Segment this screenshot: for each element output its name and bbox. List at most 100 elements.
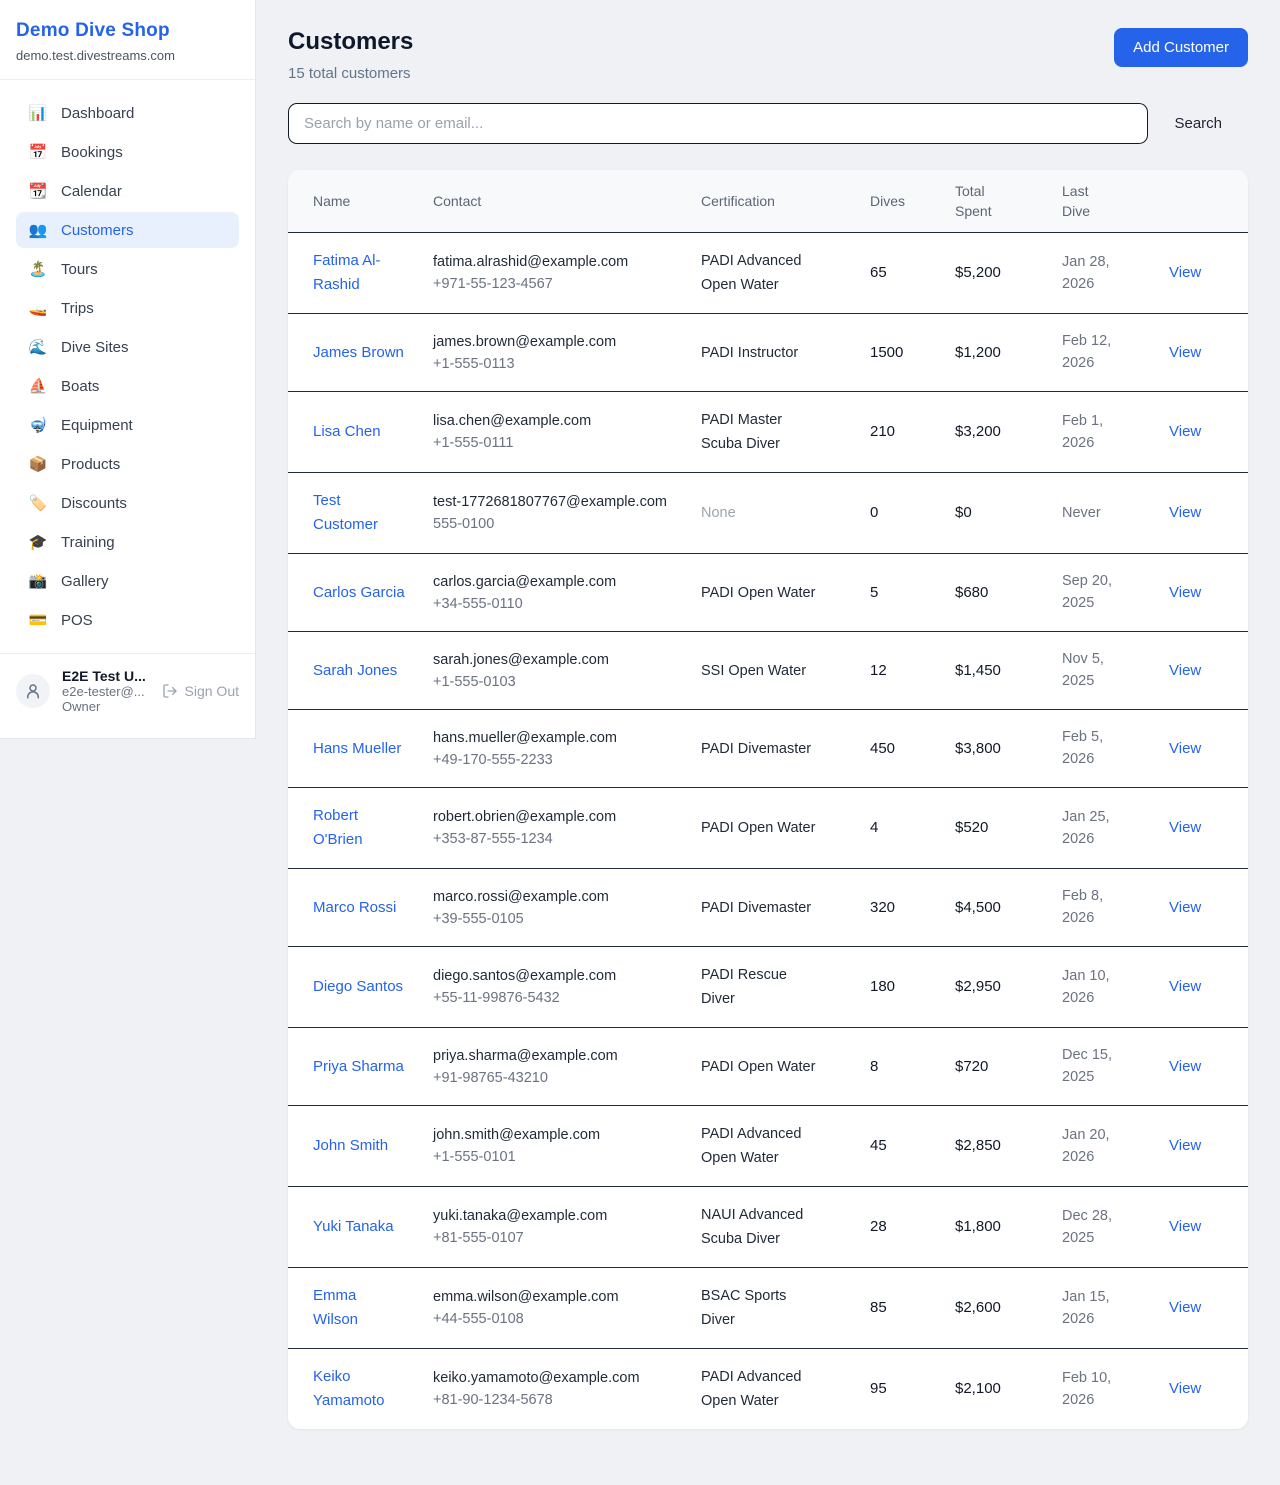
customer-name-link[interactable]: Lisa Chen <box>313 420 381 444</box>
customer-last-dive: Dec 28, 2025 <box>1062 1205 1126 1249</box>
customer-name-link[interactable]: Carlos Garcia <box>313 581 405 605</box>
customer-total-spent: $720 <box>955 1058 988 1075</box>
customer-phone: +91-98765-43210 <box>433 1067 677 1089</box>
sidebar-item-gallery[interactable]: 📸 Gallery <box>16 563 239 599</box>
customer-dives: 5 <box>870 584 878 601</box>
page-head: Customers 15 total customers Add Custome… <box>288 28 1248 82</box>
column-header-contact: Contact <box>433 170 701 233</box>
sidebar-item-tours[interactable]: 🏝️ Tours <box>16 251 239 287</box>
customer-name-link[interactable]: Hans Mueller <box>313 737 401 761</box>
table-row: Keiko Yamamoto keiko.yamamoto@example.co… <box>288 1349 1248 1430</box>
customer-name-link[interactable]: James Brown <box>313 341 404 365</box>
products-icon: 📦 <box>28 455 48 473</box>
view-link[interactable]: View <box>1169 1299 1201 1316</box>
customer-email: yuki.tanaka@example.com <box>433 1205 677 1227</box>
customer-last-dive: Sep 20, 2025 <box>1062 570 1126 614</box>
search-button[interactable]: Search <box>1148 115 1248 132</box>
view-link[interactable]: View <box>1169 1137 1201 1154</box>
sidebar-item-equipment[interactable]: 🤿 Equipment <box>16 407 239 443</box>
sidebar-item-trips[interactable]: 🚤 Trips <box>16 290 239 326</box>
customer-name-link[interactable]: Keiko Yamamoto <box>313 1365 405 1413</box>
sidebar-item-training[interactable]: 🎓 Training <box>16 524 239 560</box>
view-link[interactable]: View <box>1169 662 1201 679</box>
customer-name-link[interactable]: Yuki Tanaka <box>313 1215 394 1239</box>
view-link[interactable]: View <box>1169 504 1201 521</box>
view-link[interactable]: View <box>1169 1058 1201 1075</box>
sidebar-item-dive-sites[interactable]: 🌊 Dive Sites <box>16 329 239 365</box>
customer-name-link[interactable]: Robert O'Brien <box>313 804 405 852</box>
view-link[interactable]: View <box>1169 584 1201 601</box>
customer-certification: PADI Open Water <box>701 581 815 605</box>
customer-dives: 1500 <box>870 344 903 361</box>
customer-name-link[interactable]: Fatima Al-Rashid <box>313 249 405 297</box>
view-link[interactable]: View <box>1169 819 1201 836</box>
customer-name-link[interactable]: Diego Santos <box>313 975 403 999</box>
user-icon <box>24 682 42 700</box>
customer-dives: 28 <box>870 1218 887 1235</box>
customer-certification: PADI Instructor <box>701 341 798 365</box>
sidebar-item-label: Calendar <box>61 183 122 200</box>
customer-certification: PADI Open Water <box>701 816 815 840</box>
discounts-icon: 🏷️ <box>28 494 48 512</box>
sidebar-item-bookings[interactable]: 📅 Bookings <box>16 134 239 170</box>
table-row: Test Customer test-1772681807767@example… <box>288 473 1248 554</box>
tours-icon: 🏝️ <box>28 260 48 278</box>
customers-table-card: NameContactCertificationDivesTotal Spent… <box>288 170 1248 1429</box>
customer-total-spent: $2,600 <box>955 1299 1001 1316</box>
customer-name-link[interactable]: Emma Wilson <box>313 1284 405 1332</box>
customer-name-link[interactable]: Priya Sharma <box>313 1055 404 1079</box>
table-row: Fatima Al-Rashid fatima.alrashid@example… <box>288 233 1248 314</box>
view-link[interactable]: View <box>1169 899 1201 916</box>
customer-email: john.smith@example.com <box>433 1124 677 1146</box>
customer-phone: +1-555-0103 <box>433 671 677 693</box>
sidebar-nav: 📊 Dashboard 📅 Bookings 📆 Calendar 👥 Cust… <box>0 80 255 653</box>
table-row: Carlos Garcia carlos.garcia@example.com … <box>288 554 1248 632</box>
sign-out-button[interactable]: Sign Out <box>162 683 239 699</box>
customer-name-link[interactable]: Marco Rossi <box>313 896 396 920</box>
pos-icon: 💳 <box>28 611 48 629</box>
customer-last-dive: Jan 20, 2026 <box>1062 1124 1126 1168</box>
sidebar-item-calendar[interactable]: 📆 Calendar <box>16 173 239 209</box>
customer-last-dive: Feb 1, 2026 <box>1062 410 1126 454</box>
customer-email: marco.rossi@example.com <box>433 886 677 908</box>
table-row: Marco Rossi marco.rossi@example.com +39-… <box>288 869 1248 947</box>
customer-certification: SSI Open Water <box>701 659 806 683</box>
view-link[interactable]: View <box>1169 1218 1201 1235</box>
sidebar-item-dashboard[interactable]: 📊 Dashboard <box>16 95 239 131</box>
view-link[interactable]: View <box>1169 344 1201 361</box>
add-customer-button[interactable]: Add Customer <box>1114 28 1248 67</box>
view-link[interactable]: View <box>1169 423 1201 440</box>
customer-total-spent: $2,100 <box>955 1380 1001 1397</box>
customer-email: sarah.jones@example.com <box>433 649 677 671</box>
view-link[interactable]: View <box>1169 978 1201 995</box>
user-meta: E2E Test U... e2e-tester@... Owner <box>62 668 150 714</box>
customer-certification: PADI Divemaster <box>701 737 811 761</box>
customer-name-link[interactable]: Sarah Jones <box>313 659 397 683</box>
boats-icon: ⛵ <box>28 377 48 395</box>
view-link[interactable]: View <box>1169 264 1201 281</box>
sidebar-item-label: Boats <box>61 378 99 395</box>
customer-name-link[interactable]: John Smith <box>313 1134 388 1158</box>
customer-email: hans.mueller@example.com <box>433 727 677 749</box>
customer-total-spent: $0 <box>955 504 972 521</box>
app-shell: Demo Dive Shop demo.test.divestreams.com… <box>0 0 1280 1465</box>
view-link[interactable]: View <box>1169 740 1201 757</box>
training-icon: 🎓 <box>28 533 48 551</box>
sidebar-item-boats[interactable]: ⛵ Boats <box>16 368 239 404</box>
sidebar-item-label: Products <box>61 456 120 473</box>
view-link[interactable]: View <box>1169 1380 1201 1397</box>
sidebar-item-products[interactable]: 📦 Products <box>16 446 239 482</box>
customer-name-link[interactable]: Test Customer <box>313 489 405 537</box>
column-header-last-dive: Last Dive <box>1062 170 1169 233</box>
user-section: E2E Test U... e2e-tester@... Owner Sign … <box>0 653 255 738</box>
customers-table: NameContactCertificationDivesTotal Spent… <box>288 170 1248 1429</box>
customer-email: test-1772681807767@example.com <box>433 491 677 513</box>
customer-dives: 0 <box>870 504 878 521</box>
sidebar-item-pos[interactable]: 💳 POS <box>16 602 239 638</box>
bookings-icon: 📅 <box>28 143 48 161</box>
sidebar-item-discounts[interactable]: 🏷️ Discounts <box>16 485 239 521</box>
table-row: James Brown james.brown@example.com +1-5… <box>288 314 1248 392</box>
sidebar-item-customers[interactable]: 👥 Customers <box>16 212 239 248</box>
customer-email: emma.wilson@example.com <box>433 1286 677 1308</box>
search-input[interactable] <box>288 103 1148 144</box>
